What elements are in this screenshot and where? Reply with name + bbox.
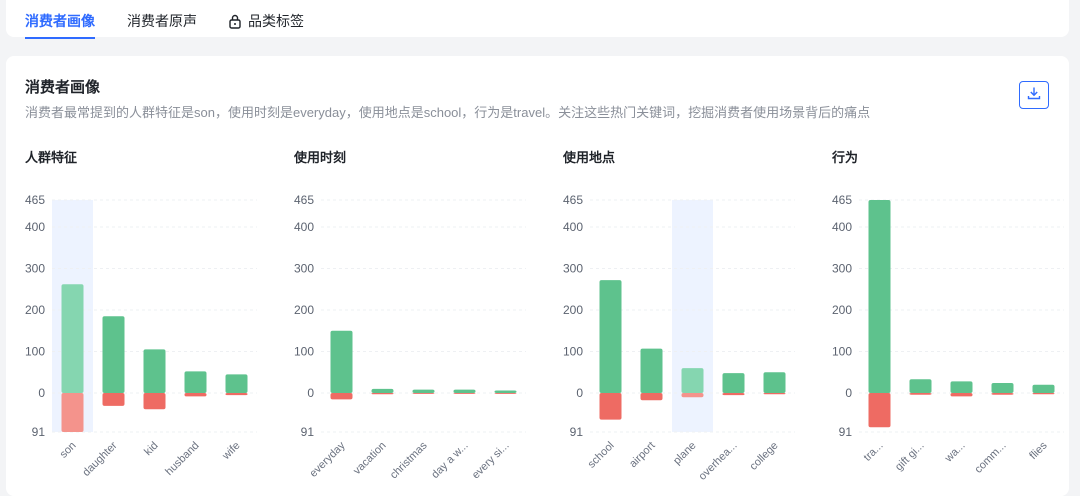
bar-positive bbox=[61, 284, 84, 393]
bar-negative bbox=[494, 393, 517, 394]
bar-positive bbox=[950, 381, 973, 393]
bar-negative bbox=[225, 393, 248, 396]
x-category-label: tra... bbox=[862, 440, 886, 464]
y-tick-label: 465 bbox=[832, 193, 852, 207]
x-category-label: gift gi... bbox=[893, 440, 927, 474]
x-category-label: vacation bbox=[351, 440, 388, 477]
y-tick-label: 465 bbox=[294, 193, 314, 207]
y-tick-label: 400 bbox=[294, 220, 314, 234]
y-tick-label: 100 bbox=[563, 344, 583, 358]
bar-negative bbox=[184, 393, 207, 397]
x-category-label: plane bbox=[671, 440, 699, 468]
bar-positive bbox=[640, 348, 663, 393]
x-category-label: everyday bbox=[308, 439, 348, 479]
bar-positive bbox=[1032, 384, 1055, 393]
y-tick-label: 300 bbox=[563, 261, 583, 275]
y-tick-label: 91 bbox=[32, 425, 46, 439]
bar-positive bbox=[412, 389, 435, 393]
y-tick-label: 100 bbox=[832, 344, 852, 358]
y-tick-label: 300 bbox=[832, 261, 852, 275]
bar-negative bbox=[61, 393, 84, 432]
bar-negative bbox=[991, 393, 1014, 395]
x-category-label: kid bbox=[142, 440, 160, 458]
y-tick-label: 300 bbox=[294, 261, 314, 275]
bar-positive bbox=[102, 316, 125, 393]
x-category-label: day a w... bbox=[429, 440, 470, 481]
bar-positive bbox=[494, 390, 517, 393]
y-tick-label: 91 bbox=[301, 425, 315, 439]
y-tick-label: 91 bbox=[839, 425, 853, 439]
y-tick-label: 200 bbox=[563, 303, 583, 317]
y-tick-label: 0 bbox=[307, 386, 314, 400]
bar-positive bbox=[453, 389, 476, 393]
bar-positive bbox=[722, 373, 745, 393]
bar-negative bbox=[681, 393, 704, 398]
y-tick-label: 400 bbox=[832, 220, 852, 234]
x-category-label: daughter bbox=[80, 439, 119, 478]
charts-area: 465 400 300 200 100 0 91 son daughter kid husband w… bbox=[25, 193, 1064, 483]
y-tick-label: 100 bbox=[25, 344, 45, 358]
x-category-label: husband bbox=[163, 440, 201, 478]
bar-negative bbox=[371, 393, 394, 395]
bar-negative bbox=[453, 393, 476, 394]
bar-negative bbox=[950, 393, 973, 397]
bar-positive bbox=[143, 349, 166, 393]
x-category-label: wife bbox=[220, 440, 243, 463]
x-category-label: flies bbox=[1027, 439, 1050, 462]
y-tick-label: 200 bbox=[294, 303, 314, 317]
bar-negative bbox=[640, 393, 663, 401]
bar-negative bbox=[868, 393, 891, 428]
y-tick-label: 0 bbox=[845, 386, 852, 400]
y-tick-label: 0 bbox=[576, 386, 583, 400]
bar-negative bbox=[599, 393, 622, 420]
bar-negative bbox=[143, 393, 166, 410]
bar-positive bbox=[909, 379, 932, 393]
x-category-label: christmas bbox=[388, 439, 430, 481]
x-category-label: overhea... bbox=[697, 440, 740, 483]
y-tick-label: 91 bbox=[570, 425, 584, 439]
bar-positive bbox=[371, 388, 394, 393]
y-tick-label: 400 bbox=[25, 220, 45, 234]
y-tick-label: 100 bbox=[294, 344, 314, 358]
y-tick-label: 200 bbox=[25, 303, 45, 317]
x-category-label: wa... bbox=[942, 440, 968, 466]
bar-positive bbox=[330, 330, 353, 393]
bar-negative bbox=[722, 393, 745, 396]
x-category-label: college bbox=[747, 440, 780, 473]
x-category-label: airport bbox=[627, 440, 658, 471]
bar-negative bbox=[330, 393, 353, 400]
x-category-label: comm... bbox=[972, 440, 1008, 476]
x-category-label: every si... bbox=[470, 440, 512, 482]
bar-positive bbox=[991, 383, 1014, 393]
bar-positive bbox=[599, 280, 622, 393]
x-category-label: son bbox=[58, 440, 79, 461]
y-tick-label: 465 bbox=[25, 193, 45, 207]
y-tick-label: 200 bbox=[832, 303, 852, 317]
bar-negative bbox=[412, 393, 435, 394]
bar-positive bbox=[225, 374, 248, 393]
y-tick-label: 465 bbox=[563, 193, 583, 207]
y-tick-label: 400 bbox=[563, 220, 583, 234]
bar-negative bbox=[763, 393, 786, 395]
bar-negative bbox=[909, 393, 932, 395]
bar-positive bbox=[184, 371, 207, 393]
y-tick-label: 300 bbox=[25, 261, 45, 275]
bar-negative bbox=[1032, 393, 1055, 395]
bar-positive bbox=[868, 200, 891, 393]
x-category-label: school bbox=[586, 440, 617, 471]
bar-negative bbox=[102, 393, 125, 406]
bar-positive bbox=[763, 372, 786, 393]
y-tick-label: 0 bbox=[38, 386, 45, 400]
bar-positive bbox=[681, 368, 704, 393]
